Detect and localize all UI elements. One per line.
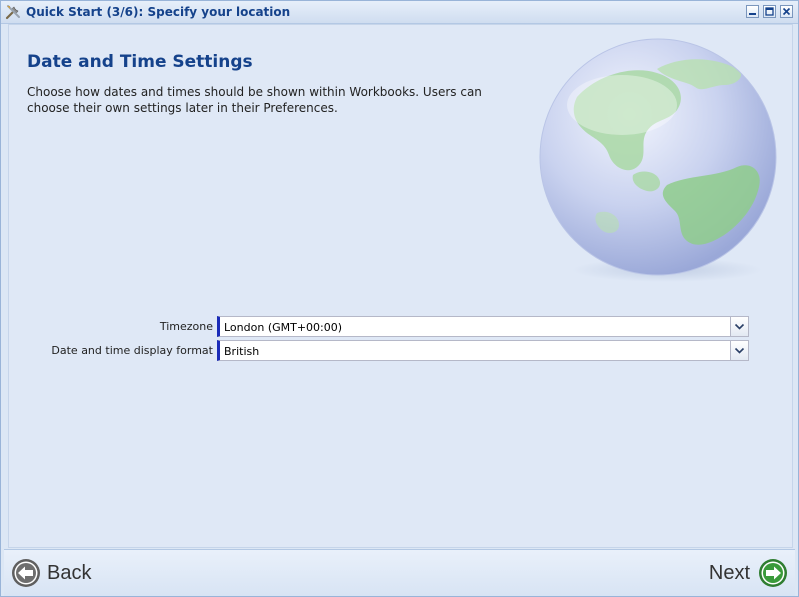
- page-heading: Date and Time Settings: [27, 52, 253, 72]
- date-format-combobox[interactable]: British: [217, 340, 749, 361]
- timezone-label: Timezone: [159, 320, 213, 333]
- minimize-button[interactable]: [746, 5, 759, 18]
- date-format-dropdown-trigger[interactable]: [730, 341, 748, 360]
- tools-icon: [5, 4, 21, 20]
- timezone-value: London (GMT+00:00): [224, 321, 343, 334]
- next-button[interactable]: Next: [709, 556, 788, 590]
- title-bar[interactable]: Quick Start (3/6): Specify your location: [1, 1, 798, 24]
- date-format-label: Date and time display format: [51, 344, 213, 357]
- page-description: Choose how dates and times should be sho…: [27, 85, 482, 115]
- back-button-label: Back: [47, 561, 92, 584]
- minimize-icon: [749, 13, 756, 15]
- maximize-button[interactable]: [763, 5, 776, 18]
- next-button-label: Next: [708, 561, 750, 584]
- chevron-down-icon: [734, 347, 745, 354]
- window-title: Quick Start (3/6): Specify your location: [26, 5, 291, 19]
- date-format-value: British: [224, 345, 260, 358]
- arrow-right-icon: [759, 559, 787, 587]
- wizard-content-panel: Date and Time Settings Choose how dates …: [8, 24, 793, 548]
- maximize-icon: [765, 7, 774, 16]
- close-icon: [782, 7, 791, 16]
- chevron-down-icon: [734, 323, 745, 330]
- timezone-combobox[interactable]: London (GMT+00:00): [217, 316, 749, 337]
- timezone-row: Timezone London (GMT+00:00): [9, 316, 759, 338]
- date-format-row: Date and time display format British: [9, 340, 759, 362]
- timezone-dropdown-trigger[interactable]: [730, 317, 748, 336]
- arrow-left-icon: [12, 559, 40, 587]
- close-button[interactable]: [780, 5, 793, 18]
- back-button[interactable]: Back: [11, 556, 91, 590]
- wizard-footer: Back Next: [4, 549, 795, 596]
- quick-start-window: Quick Start (3/6): Specify your location: [0, 0, 799, 597]
- globe-icon: [539, 38, 777, 282]
